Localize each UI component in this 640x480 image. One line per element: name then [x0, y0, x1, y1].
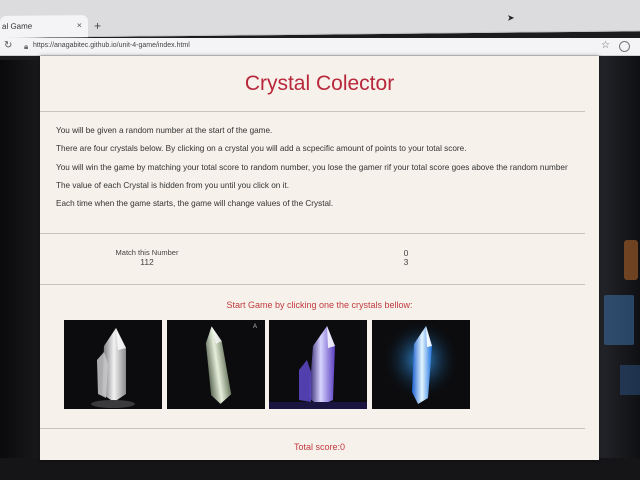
new-tab-button[interactable]: + [94, 19, 101, 33]
divider [40, 111, 585, 112]
instruction-line: There are four crystals below. By clicki… [56, 144, 467, 154]
divider [40, 284, 585, 285]
lock-icon: 🔒︎ [24, 42, 29, 51]
bookmark-star-icon[interactable]: ☆ [601, 40, 610, 51]
monitor-bezel-left [0, 60, 42, 480]
url-field[interactable]: https://anagabitec.github.io/unit-4-game… [33, 42, 190, 49]
crystal-button-3[interactable] [269, 320, 367, 409]
address-bar: ↻ 🔒︎ https://anagabitec.github.io/unit-4… [0, 38, 640, 56]
green-crystal-icon: A [205, 324, 257, 404]
crystal-button-2[interactable]: A [167, 320, 265, 409]
target-number-panel: Match this Number 112 [110, 248, 184, 267]
crystal-button-1[interactable] [64, 320, 162, 409]
start-prompt: Start Game by clicking one the crystals … [226, 300, 413, 310]
divider [40, 233, 585, 234]
crystal-button-4[interactable] [372, 320, 470, 409]
instructions: You will be given a random number at the… [56, 126, 576, 217]
mouse-cursor-icon: ➤ [507, 12, 515, 23]
divider [40, 428, 585, 429]
profile-icon[interactable] [619, 41, 630, 52]
game-page: Crystal Colector You will be given a ran… [40, 56, 599, 460]
page-title: Crystal Colector [244, 72, 395, 95]
reload-icon[interactable]: ↻ [4, 40, 12, 51]
purple-crystal-icon [269, 326, 367, 409]
tab-title: al Game [2, 21, 33, 31]
instruction-line: The value of each Crystal is hidden from… [56, 180, 289, 190]
clear-crystal-icon [91, 328, 135, 408]
score-tally: 0 3 [396, 248, 416, 268]
tab-close-icon[interactable]: × [77, 20, 82, 30]
instruction-line: You will win the game by matching your t… [56, 162, 568, 172]
instruction-line: You will be given a random number at the… [56, 126, 273, 135]
browser-tab[interactable]: al Game × [0, 15, 88, 38]
monitor-bezel-right [596, 55, 640, 480]
instruction-line: Each time when the game starts, the game… [56, 199, 334, 208]
monitor-bezel-bottom [0, 458, 640, 480]
blue-crystal-icon [381, 322, 461, 406]
browser-tabstrip: al Game × + ➤ [0, 0, 640, 38]
match-value: 112 [140, 256, 154, 267]
losses-count: 3 [403, 257, 409, 268]
total-score: Total score:0 [293, 442, 346, 452]
svg-text:A: A [253, 324, 257, 330]
